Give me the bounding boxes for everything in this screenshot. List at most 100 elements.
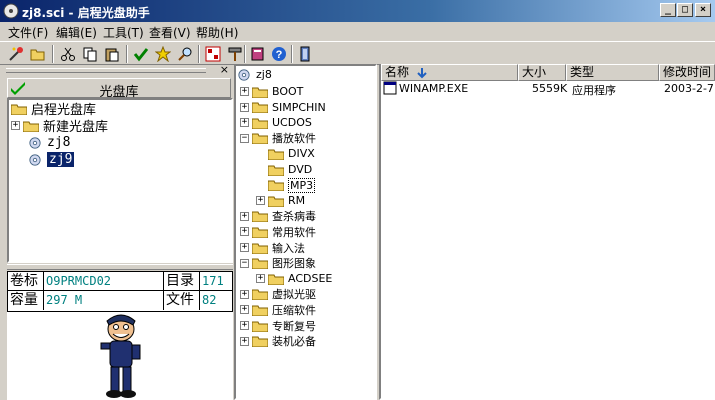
folder-icon bbox=[252, 87, 268, 98]
cut-icon[interactable] bbox=[58, 44, 78, 64]
help-icon[interactable]: ? bbox=[269, 44, 289, 64]
disc-info-panel: 卷标 O9PRMCD02 目录 171 容量 297 M 文件 82 bbox=[7, 271, 233, 400]
tree-item-qicheng[interactable]: 启程光盘库 bbox=[11, 100, 96, 118]
disc-info-table: 卷标 O9PRMCD02 目录 171 容量 297 M 文件 82 bbox=[7, 271, 233, 312]
expand-icon[interactable]: + bbox=[11, 121, 20, 130]
folder-tree-item[interactable]: + 装机必备 bbox=[240, 333, 316, 350]
menu-edit[interactable]: 编辑(E) bbox=[56, 24, 97, 41]
wand-icon[interactable] bbox=[6, 44, 26, 64]
collapse-icon[interactable]: − bbox=[240, 258, 249, 268]
cd-icon bbox=[238, 68, 250, 81]
folder-tree-item[interactable]: + ACDSEE bbox=[256, 270, 332, 287]
folder-icon bbox=[252, 321, 268, 332]
folder-tree-item[interactable]: DIVX bbox=[256, 145, 315, 162]
expand-icon[interactable]: + bbox=[240, 211, 249, 221]
folder-icon bbox=[252, 211, 268, 223]
exit-icon[interactable] bbox=[295, 44, 315, 64]
folder-icon bbox=[252, 258, 268, 270]
folder-tree-item[interactable]: − 播放软件 bbox=[240, 130, 316, 147]
collapse-icon[interactable]: − bbox=[240, 133, 249, 143]
folder-tree-item[interactable]: + RM bbox=[256, 192, 305, 209]
tree-item-zj9[interactable]: zj9 bbox=[27, 151, 75, 168]
expand-icon[interactable]: + bbox=[240, 227, 249, 237]
folder-tree-item[interactable]: + 虚拟光驱 bbox=[240, 286, 316, 303]
menu-help[interactable]: 帮助(H) bbox=[196, 24, 238, 41]
folder-icon bbox=[23, 121, 39, 132]
folder-tree-item[interactable]: + UCDOS bbox=[240, 114, 312, 131]
cd-icon bbox=[29, 153, 41, 166]
folder-tree-item[interactable]: + 常用软件 bbox=[240, 223, 316, 240]
folder-tree: zj8 + BOOT + SIMPCHIN + UCDOS − 播放软件 DIVX DVD MP3 +… bbox=[234, 64, 377, 400]
window-title: zj8.sci - 启程光盘助手 bbox=[22, 6, 150, 20]
folder-tree-item[interactable]: + 输入法 bbox=[240, 239, 305, 256]
close-button[interactable]: × bbox=[695, 3, 711, 17]
folder-icon bbox=[252, 133, 268, 145]
folder-tree-item[interactable]: + 查杀病毒 bbox=[240, 208, 316, 225]
library-pane-header: × bbox=[6, 63, 231, 76]
folder-icon bbox=[268, 180, 284, 192]
svg-text:?: ? bbox=[276, 49, 283, 61]
app-icon bbox=[3, 3, 19, 19]
folder-tree-item[interactable]: DVD bbox=[256, 161, 312, 178]
column-header-size[interactable]: 大小 bbox=[518, 64, 566, 81]
menu-view[interactable]: 查看(V) bbox=[149, 24, 191, 41]
folder-tree-item[interactable]: + SIMPCHIN bbox=[240, 99, 326, 116]
folder-tree-item[interactable]: MP3 bbox=[256, 177, 316, 194]
library-title-bar: 光盘库 bbox=[7, 78, 231, 100]
title-bar: zj8.sci - 启程光盘助手 _ □ × bbox=[0, 0, 715, 22]
tools-icon[interactable] bbox=[225, 44, 245, 64]
expand-icon[interactable]: + bbox=[256, 196, 265, 206]
folder-icon bbox=[252, 336, 268, 348]
column-header-type[interactable]: 类型 bbox=[566, 64, 659, 81]
tree-item-new-library[interactable]: + 新建光盘库 bbox=[11, 117, 108, 135]
maximize-button[interactable]: □ bbox=[677, 3, 693, 17]
folder-icon bbox=[252, 102, 268, 114]
folder-tree-item[interactable]: + BOOT bbox=[240, 83, 303, 100]
column-header-modified[interactable]: 修改时间 bbox=[659, 64, 715, 81]
library-tree: 启程光盘库 + 新建光盘库 zj8 zj9 bbox=[7, 98, 233, 263]
expand-icon[interactable]: + bbox=[240, 336, 249, 346]
pane-splitter[interactable] bbox=[7, 264, 233, 270]
expand-icon[interactable]: + bbox=[240, 243, 249, 252]
folder-tree-item[interactable]: + 专断复号 bbox=[240, 317, 316, 334]
menu-bar: 文件(F) 编辑(E) 工具(T) 查看(V) 帮助(H) bbox=[0, 22, 715, 40]
folder-icon bbox=[268, 274, 284, 285]
menu-tools[interactable]: 工具(T) bbox=[103, 24, 144, 41]
folder-icon bbox=[252, 289, 268, 301]
menu-file[interactable]: 文件(F) bbox=[8, 24, 48, 41]
expand-icon[interactable]: + bbox=[240, 87, 249, 96]
open-folder-icon[interactable] bbox=[28, 44, 48, 64]
folder-icon bbox=[11, 104, 27, 115]
expand-icon[interactable]: + bbox=[256, 274, 265, 284]
minimize-button[interactable]: _ bbox=[660, 3, 676, 17]
expand-icon[interactable]: + bbox=[240, 289, 249, 299]
grid-icon[interactable] bbox=[203, 44, 223, 64]
folder-icon bbox=[252, 305, 268, 316]
expand-icon[interactable]: + bbox=[240, 102, 249, 112]
column-header-name[interactable]: 名称 bbox=[381, 64, 518, 81]
folder-icon bbox=[252, 227, 268, 238]
check-icon[interactable] bbox=[131, 44, 151, 64]
star-icon[interactable] bbox=[153, 44, 173, 64]
exe-file-icon bbox=[383, 81, 397, 95]
paste-icon[interactable] bbox=[102, 44, 122, 64]
copy-icon[interactable] bbox=[80, 44, 100, 64]
folder-icon bbox=[252, 243, 268, 254]
tree-item-zj8[interactable]: zj8 bbox=[27, 134, 70, 151]
pane-close-icon[interactable]: × bbox=[220, 63, 229, 76]
expand-icon[interactable]: + bbox=[240, 321, 249, 330]
folder-icon bbox=[252, 118, 268, 129]
find-icon[interactable] bbox=[175, 44, 195, 64]
expand-icon[interactable]: + bbox=[240, 118, 249, 128]
book-icon[interactable] bbox=[248, 44, 268, 64]
expand-icon[interactable]: + bbox=[240, 305, 249, 315]
tree-root-zj8[interactable]: zj8 bbox=[236, 66, 272, 83]
folder-tree-item[interactable]: − 图形图象 bbox=[240, 255, 316, 272]
sort-arrow-icon bbox=[417, 68, 427, 79]
mascot-character-icon bbox=[100, 314, 141, 398]
folder-icon bbox=[268, 196, 284, 207]
toolbar: ? bbox=[0, 41, 715, 65]
folder-icon bbox=[268, 165, 284, 176]
folder-tree-item[interactable]: + 压缩软件 bbox=[240, 301, 316, 318]
file-list bbox=[379, 64, 715, 400]
